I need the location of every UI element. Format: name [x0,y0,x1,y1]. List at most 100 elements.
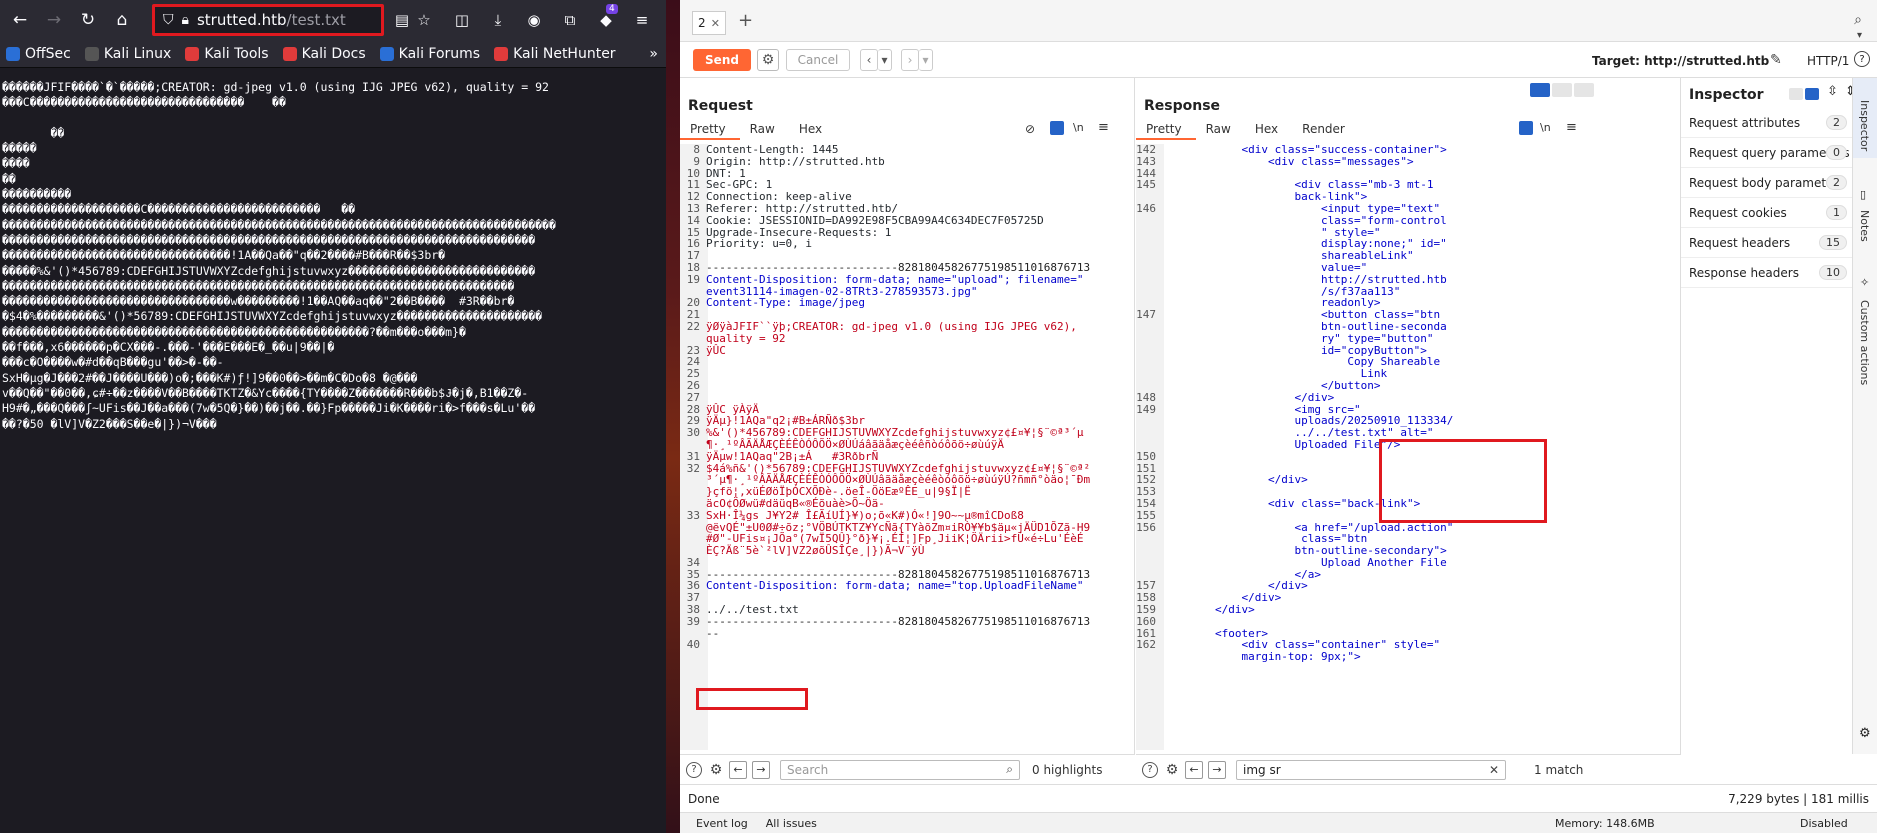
help-icon[interactable]: ? [686,761,702,778]
gear-icon[interactable]: ⚙ [708,762,724,778]
newline-icon[interactable]: \n [1073,121,1084,134]
hide-icon[interactable]: ⊘ [1025,122,1035,136]
disabled-toggle[interactable]: Disabled [1800,817,1848,830]
bookmark-star-icon[interactable]: ☆ [410,6,438,34]
bookmark-item[interactable]: Kali Forums [379,46,480,62]
bookmark-item[interactable]: Kali Tools [185,46,269,62]
layout-icon[interactable] [1805,88,1819,100]
wrap-icon[interactable] [1050,121,1064,135]
line-number [1136,380,1156,392]
help-icon[interactable]: ? [1142,761,1158,778]
addon-icon[interactable]: ◆ 4 [592,4,620,34]
inspector-section[interactable]: Request query parameters0⌄ [1681,138,1877,168]
prev-icon[interactable]: ‹ [860,49,878,71]
next-match-icon[interactable]: → [1208,760,1226,779]
line-number: 40 [686,638,700,652]
prev-dropdown-icon[interactable]: ▾ [878,49,892,71]
newline-icon[interactable]: \n [1540,121,1551,134]
repeater-tab[interactable]: 2 ✕ [692,11,726,35]
extensions-icon[interactable]: ⧉ [556,6,584,34]
line-number: 34 [686,555,700,569]
gear-icon[interactable]: ⚙ [1859,726,1871,741]
layout-horizontal-icon[interactable] [1552,83,1572,97]
inspector-section[interactable]: Request body parameters2⌄ [1681,168,1877,198]
prev-match-icon[interactable]: ← [1185,760,1203,779]
subtab-pretty[interactable]: Pretty [1136,120,1196,140]
menu-icon[interactable]: ≡ [628,6,656,34]
bookmark-item[interactable]: OffSec [6,46,71,62]
wrap-icon[interactable] [1519,121,1533,135]
gear-icon[interactable]: ⚙ [1164,762,1180,778]
back-icon[interactable]: ← [6,6,34,34]
reload-icon[interactable]: ↻ [74,6,102,34]
bookmark-item[interactable]: Kali NetHunter [494,46,616,62]
forward-icon[interactable]: → [40,6,68,34]
inspector-section[interactable]: Request headers15⌄ [1681,228,1877,258]
expand-icon[interactable]: ⇳ [1827,84,1838,99]
layout-split-icon[interactable] [1530,83,1550,97]
line-number [1136,286,1156,298]
content-line: ���������������������������������w������… [2,294,515,309]
bookmark-item[interactable]: Kali Linux [84,46,171,62]
line-text: quality = 92 [706,331,786,345]
event-log-tab[interactable]: Event log [696,817,748,830]
shield-icon[interactable]: ⛉ [163,12,174,28]
protocol-label[interactable]: HTTP/1 [1807,54,1849,68]
subtab-raw[interactable]: Raw [740,120,789,140]
request-editor[interactable]: 8 Content-Length: 1445 9 Origin: http://str… [680,144,1134,750]
options-menu-icon[interactable]: ≡ [1098,120,1109,135]
layout-icon[interactable] [1789,88,1803,100]
page-raw-content: ������JFIF����`�`�����;CREATOR: gd-jpeg … [0,80,666,800]
line-number [1136,439,1156,451]
inspector-section[interactable]: Request attributes2⌄ [1681,108,1877,138]
subtab-pretty[interactable]: Pretty [680,120,740,140]
subtab-hex[interactable]: Hex [789,120,836,140]
clear-icon[interactable]: ✕ [1489,763,1499,777]
layout-single-icon[interactable] [1574,83,1594,97]
response-search-input[interactable]: img sr ✕ [1236,759,1506,780]
next-dropdown-icon[interactable]: ▾ [919,49,933,71]
subtab-raw[interactable]: Raw [1196,120,1245,140]
request-line: 13 Referer: http://strutted.htb/ [680,203,1090,215]
close-icon[interactable]: ✕ [711,17,720,30]
side-tab-inspector[interactable]: Inspector [1858,100,1871,151]
chevron-down-icon[interactable]: ▾ [1857,30,1862,41]
search-icon[interactable]: ⌕ [1854,12,1862,28]
bookmark-item[interactable]: Kali Docs [282,46,366,62]
help-icon[interactable]: ? [1854,51,1870,67]
add-tab-icon[interactable]: + [738,10,753,31]
home-icon[interactable]: ⌂ [108,6,136,34]
send-button[interactable]: Send [693,49,751,71]
request-line: -- [680,627,1090,640]
pocket-icon[interactable]: ◫ [448,6,476,34]
line-text: value=" [1162,260,1368,274]
download-icon[interactable]: ⤓ [484,6,512,34]
all-issues-tab[interactable]: All issues [766,817,817,830]
subtab-hex[interactable]: Hex [1245,120,1292,140]
request-line: 22 ÿØÿàJFIF``ÿþ;CREATOR: gd-jpeg v1.0 (us… [680,321,1090,333]
request-line: 25 [680,368,1090,380]
lock-icon[interactable]: 🔒︎ [182,12,189,28]
inspector-section[interactable]: Response headers10⌄ [1681,258,1877,288]
line-number: 39 [686,614,700,628]
more-bookmarks-icon[interactable]: » [649,46,658,62]
line-text: </div> [1162,390,1335,404]
edit-target-icon[interactable]: ✎ [1770,52,1782,68]
side-tab-custom-actions[interactable]: Custom actions [1858,300,1871,385]
url-bar[interactable]: ⛉ 🔒︎ strutted.htb/test.txt [152,4,384,36]
options-menu-icon[interactable]: ≡ [1566,120,1577,135]
prev-match-icon[interactable]: ← [729,760,747,779]
cancel-button[interactable]: Cancel [786,49,850,71]
account-icon[interactable]: ◉ [520,6,548,34]
subtab-render[interactable]: Render [1292,120,1359,140]
line-text: margin-top: 9px;"> [1162,650,1361,664]
next-icon[interactable]: › [901,49,919,71]
side-tab-notes[interactable]: Notes [1858,210,1871,242]
inspector-section[interactable]: Request cookies1⌄ [1681,198,1877,228]
request-search-input[interactable]: Search ⌕ [780,759,1020,780]
next-match-icon[interactable]: → [752,760,770,779]
custom-actions-icon[interactable]: ✧ [1860,276,1869,289]
notes-icon[interactable]: ▯ [1860,188,1866,201]
content-line: ���������������������������������!1A��Qa… [2,248,446,263]
gear-icon[interactable]: ⚙ [757,49,779,71]
